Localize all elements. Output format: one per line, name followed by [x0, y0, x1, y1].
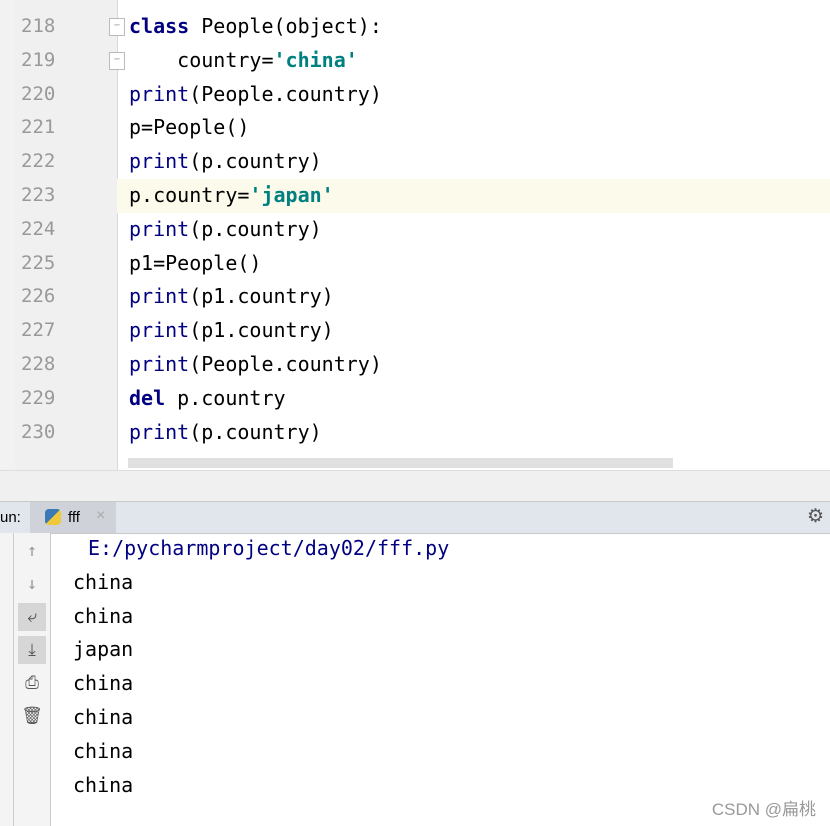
run-side-toolbar: [0, 533, 14, 826]
code-token: print: [129, 284, 190, 309]
code-token: print: [129, 318, 190, 343]
line-number: 229: [21, 386, 56, 409]
console-line: china: [73, 671, 134, 696]
left-tool-strip: [0, 0, 16, 500]
line-number: 221: [21, 116, 56, 139]
code-token: (p.country): [189, 149, 322, 174]
code-line[interactable]: 224 print(p.country): [21, 213, 830, 247]
code-text: print(p.country): [129, 416, 322, 450]
soft-wrap-icon[interactable]: ⤶: [18, 603, 46, 631]
code-line[interactable]: 218 − class People(object):: [21, 10, 830, 44]
code-token: class: [129, 14, 190, 38]
code-token: p.country: [165, 385, 286, 410]
code-token: print: [129, 351, 190, 376]
code-line[interactable]: 225 p1=People(): [21, 247, 830, 281]
code-token: (People.country): [189, 81, 382, 106]
run-label: un:: [0, 509, 21, 526]
print-icon[interactable]: ⎙: [18, 669, 46, 697]
code-line[interactable]: 221 p=People(): [21, 111, 830, 145]
code-line[interactable]: 227 print(p1.country): [21, 314, 830, 348]
code-text: class People(object):: [129, 10, 382, 44]
code-token: print: [129, 216, 190, 241]
line-number: 222: [21, 150, 56, 173]
code-token: p1=People(): [129, 250, 262, 275]
line-number: 228: [21, 352, 56, 375]
code-token: print: [129, 149, 190, 174]
console-line: china: [73, 772, 134, 797]
code-line[interactable]: 219 − country='china': [21, 44, 830, 78]
scroll-to-end-icon[interactable]: ⤓: [18, 636, 46, 664]
code-token: print: [129, 419, 190, 444]
code-line[interactable]: 226 print(p1.country): [21, 280, 830, 314]
run-tab-bar: un: fff × ⚙: [0, 501, 830, 534]
code-text: print(People.country): [129, 348, 382, 382]
code-token: p.country=: [129, 182, 250, 207]
close-icon[interactable]: ×: [96, 507, 105, 525]
code-token: p=People(): [129, 115, 250, 140]
console-line: china: [73, 603, 134, 628]
console-line: japan: [73, 637, 134, 662]
line-number: 220: [21, 82, 56, 105]
code-token: People(object):: [189, 14, 382, 38]
console-line: china: [73, 704, 134, 729]
code-token: (People.country): [189, 351, 382, 376]
console-line: china: [73, 738, 134, 763]
run-command-path: E:/pycharmproject/day02/fff.py: [88, 536, 450, 560]
code-token: (p1.country): [189, 284, 334, 309]
horizontal-scrollbar[interactable]: [128, 458, 673, 468]
fold-icon[interactable]: −: [109, 51, 125, 70]
python-icon: [45, 509, 61, 525]
line-number: 226: [21, 285, 56, 308]
trash-icon[interactable]: 🗑: [18, 702, 46, 730]
gear-icon[interactable]: ⚙: [807, 505, 824, 528]
code-text: p.country='japan': [129, 179, 334, 213]
arrow-up-icon[interactable]: ↑: [18, 537, 46, 565]
run-tab-fff[interactable]: fff ×: [30, 502, 116, 533]
code-text: country='china': [129, 44, 358, 78]
line-number: 219: [21, 48, 56, 71]
code-text: print(p.country): [129, 213, 322, 247]
tab-label: fff: [68, 509, 80, 526]
code-line[interactable]: 223 p.country='japan': [21, 178, 830, 213]
code-token: country=: [129, 47, 274, 72]
code-line[interactable]: 230 print(p.country): [21, 416, 830, 450]
code-token: del: [129, 385, 166, 410]
code-text: print(People.country): [129, 78, 382, 112]
code-token: print: [129, 81, 190, 106]
code-line[interactable]: 229 del p.country: [21, 382, 830, 416]
fold-icon[interactable]: −: [109, 18, 125, 36]
line-number: 223: [21, 183, 56, 206]
line-number: 218: [21, 15, 56, 37]
code-token: (p.country): [189, 216, 322, 241]
code-line[interactable]: 222 print(p.country): [21, 145, 830, 179]
code-token: 'japan': [249, 182, 334, 207]
code-line[interactable]: 220 print(People.country): [21, 78, 830, 112]
arrow-down-icon[interactable]: ↓: [18, 570, 46, 598]
code-line[interactable]: 228 print(People.country): [21, 348, 830, 382]
code-text: print(p.country): [129, 145, 322, 179]
code-text: p1=People(): [129, 247, 261, 281]
code-text: print(p1.country): [129, 280, 334, 314]
code-text: del p.country: [129, 382, 286, 416]
editor-status-band: [0, 470, 830, 502]
code-token: 'china': [273, 47, 358, 72]
code-editor[interactable]: 218 − class People(object): 219 − country='c…: [21, 10, 830, 450]
line-number: 224: [21, 217, 56, 240]
line-number: 230: [21, 420, 56, 443]
code-text: print(p1.country): [129, 314, 334, 348]
code-text: p=People(): [129, 111, 249, 145]
line-number: 225: [21, 251, 56, 274]
code-token: (p1.country): [189, 318, 334, 343]
watermark: CSDN @扁桃: [711, 800, 816, 819]
line-number: 227: [21, 319, 56, 342]
console-output[interactable]: E:/pycharmproject/day02/fff.py china chin…: [73, 533, 449, 803]
console-line: china: [73, 569, 134, 594]
console-toolbar: ↑ ↓ ⤶ ⤓ ⎙ 🗑: [14, 533, 51, 826]
code-token: (p.country): [189, 419, 322, 444]
